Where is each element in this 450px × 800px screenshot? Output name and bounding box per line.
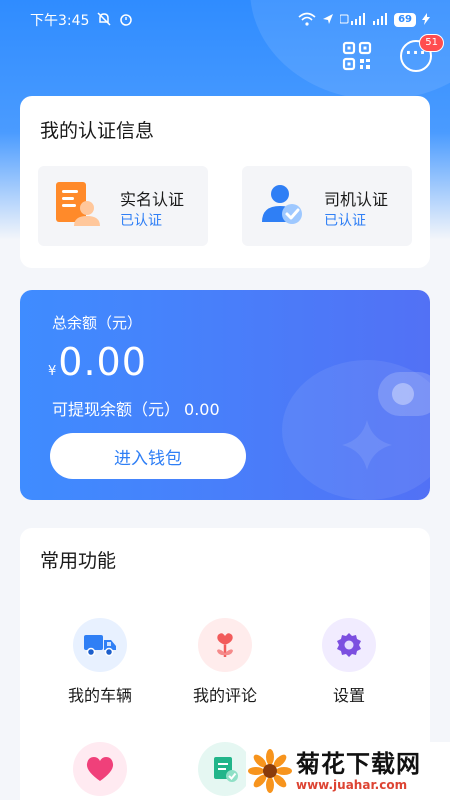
- withdrawable-label: 可提现余额（元）: [52, 400, 181, 419]
- my-vehicles-label: 我的车辆: [67, 686, 132, 705]
- charging-icon: [422, 12, 430, 28]
- my-vehicles-item[interactable]: 我的车辆: [40, 618, 160, 706]
- status-time: 下午3:45: [30, 13, 90, 29]
- flower-heart-icon: [198, 618, 252, 672]
- withdrawable-balance: 可提现余额（元） 0.00: [52, 396, 220, 420]
- auth-info-card: 我的认证信息 实名认证 已认证 司机认证 已认证: [20, 96, 430, 268]
- wallet-visibility-toggle[interactable]: [378, 372, 430, 416]
- total-balance: ¥ 0.00: [48, 340, 147, 384]
- location-icon: [322, 13, 334, 28]
- total-balance-label: 总余额（元）: [52, 314, 143, 332]
- battery-indicator: 69: [394, 13, 416, 27]
- header-actions: ··· 51: [342, 34, 444, 72]
- total-balance-value: 0.00: [58, 340, 147, 384]
- driver-auth-status: 已认证: [324, 213, 366, 229]
- qr-code-button[interactable]: [342, 41, 372, 71]
- truck-icon: [73, 618, 127, 672]
- watermark: 菊花下载网 www.juahar.com: [246, 742, 450, 800]
- gear-icon: [322, 618, 376, 672]
- real-name-auth-status: 已认证: [120, 213, 162, 229]
- withdrawable-value: 0.00: [184, 400, 220, 419]
- my-comments-item[interactable]: 我的评论: [165, 618, 285, 706]
- watermark-url: www.juahar.com: [296, 778, 408, 792]
- enter-wallet-button[interactable]: 进入钱包: [50, 433, 246, 479]
- driver-auth-item[interactable]: 司机认证 已认证: [242, 166, 412, 246]
- settings-item[interactable]: 设置: [289, 618, 409, 706]
- message-badge: 51: [419, 34, 444, 52]
- toggle-knob: [392, 383, 414, 405]
- wallet-card: 总余额（元） ¥ 0.00 可提现余额（元） 0.00 进入钱包: [20, 290, 430, 500]
- status-bar: 下午3:45 69: [0, 0, 450, 40]
- document-check-icon: [198, 742, 252, 796]
- favorites-item[interactable]: [40, 742, 160, 796]
- settings-label: 设置: [332, 686, 365, 705]
- id-card-icon: [54, 180, 102, 228]
- watermark-title: 菊花下载网: [296, 750, 421, 778]
- message-button[interactable]: ··· 51: [400, 34, 444, 72]
- auth-card-title: 我的认证信息: [40, 120, 155, 142]
- alarm-icon: [119, 12, 133, 29]
- real-name-auth-item[interactable]: 实名认证 已认证: [38, 166, 208, 246]
- mute-icon: [97, 11, 111, 29]
- watermark-flower-logo: [248, 749, 292, 793]
- my-comments-label: 我的评论: [192, 686, 257, 705]
- real-name-auth-label: 实名认证: [120, 190, 185, 209]
- functions-title: 常用功能: [40, 550, 117, 572]
- heart-icon: [73, 742, 127, 796]
- wifi-icon: [298, 12, 316, 29]
- signal-2-icon: [372, 12, 388, 28]
- driver-verified-icon: [258, 180, 306, 228]
- signal-icon: [339, 12, 366, 28]
- currency-symbol: ¥: [48, 364, 57, 379]
- driver-auth-label: 司机认证: [324, 190, 389, 209]
- qr-code-icon: [342, 41, 372, 75]
